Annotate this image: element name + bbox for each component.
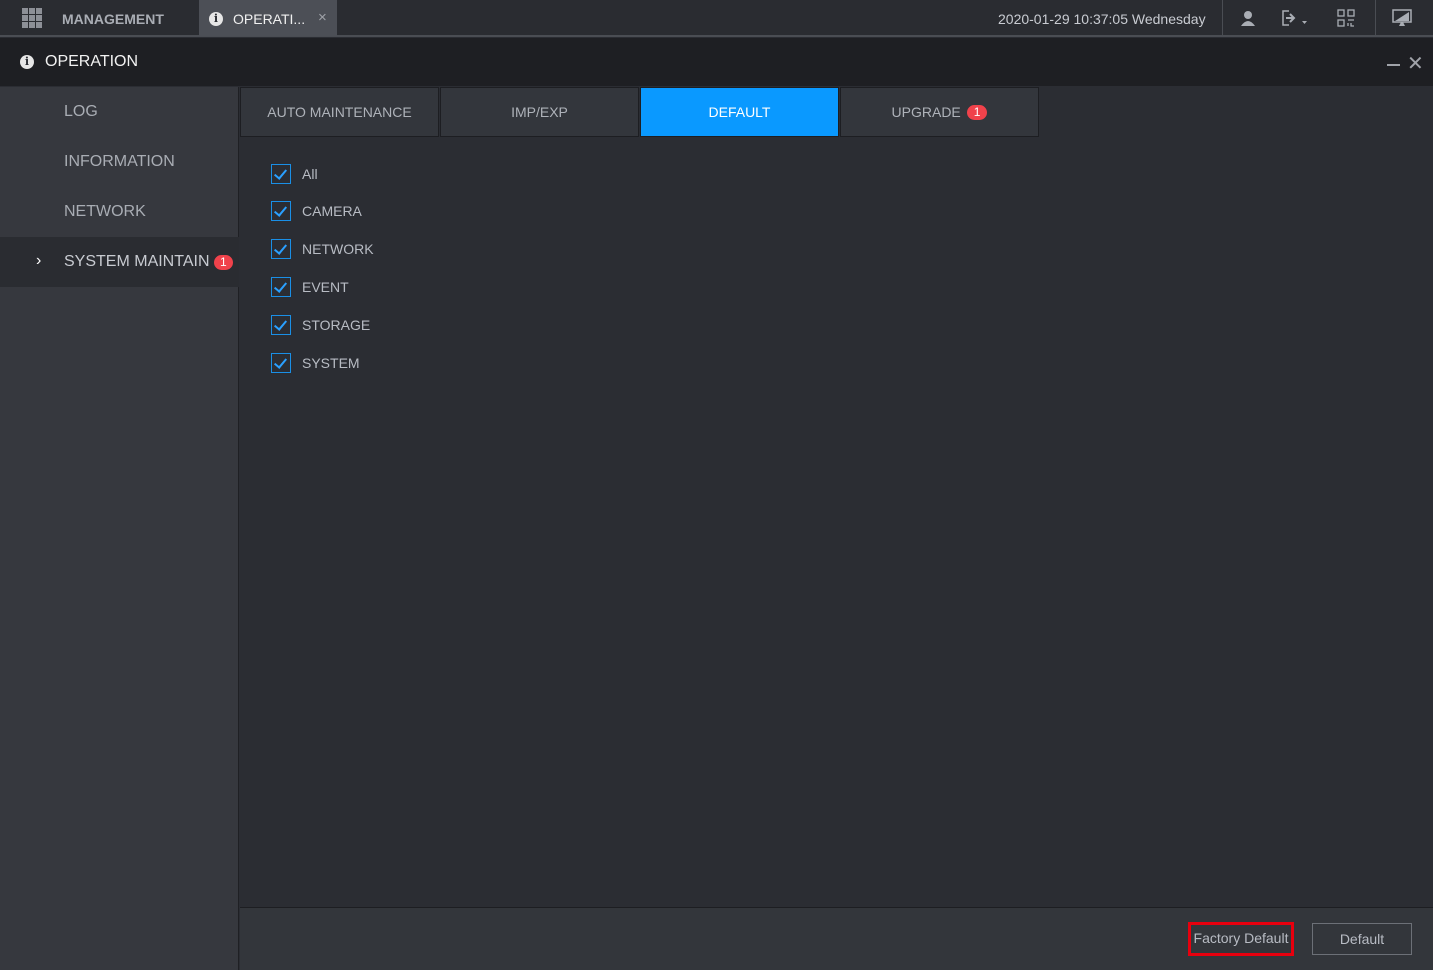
sidebar-item-label: INFORMATION	[64, 153, 175, 170]
top-bar: MANAGEMENT i OPERATI... × 2020-01-29 10:…	[0, 0, 1433, 37]
window-title-bar: i OPERATION ✕	[0, 38, 1433, 86]
checkbox-label: STORAGE	[302, 317, 371, 333]
user-icon[interactable]	[1239, 9, 1257, 27]
checkbox-label: CAMERA	[302, 203, 362, 219]
footer-bar: Factory Default Default	[240, 907, 1433, 970]
default-button[interactable]: Default	[1312, 923, 1412, 955]
sidebar: LOG INFORMATION NETWORK › SYSTEM MAINTAI…	[0, 87, 239, 970]
info-icon: i	[20, 55, 34, 69]
notification-badge: 1	[214, 255, 233, 270]
display-icon[interactable]	[1392, 9, 1412, 27]
notification-badge: 1	[966, 105, 988, 120]
tab-default[interactable]: DEFAULT	[640, 87, 839, 137]
window-title: OPERATION	[45, 53, 139, 70]
checkbox-checked-icon	[271, 201, 291, 221]
factory-default-button[interactable]: Factory Default	[1188, 922, 1294, 956]
checkbox-checked-icon	[271, 315, 291, 335]
tab-label: DEFAULT	[708, 104, 771, 120]
minimize-icon[interactable]	[1387, 64, 1400, 66]
datetime: 2020-01-29 10:37:05 Wednesday	[998, 11, 1206, 27]
checkbox-label: EVENT	[302, 279, 349, 295]
divider	[1222, 0, 1223, 36]
sidebar-item-network[interactable]: NETWORK	[0, 187, 239, 237]
chevron-right-icon: ›	[36, 252, 42, 269]
tab-operation[interactable]: i OPERATI... ×	[199, 0, 337, 36]
tab-label: UPGRADE	[891, 104, 961, 120]
tab-label: IMP/EXP	[511, 104, 568, 120]
checkbox-camera[interactable]: CAMERA	[271, 201, 471, 221]
checkbox-label: SYSTEM	[302, 355, 360, 371]
checkbox-checked-icon	[271, 353, 291, 373]
checkbox-event[interactable]: EVENT	[271, 277, 471, 297]
divider	[1375, 0, 1376, 36]
tab-imp-exp[interactable]: IMP/EXP	[440, 87, 639, 137]
management-tab[interactable]: MANAGEMENT	[0, 0, 198, 36]
tab-label: AUTO MAINTENANCE	[267, 104, 412, 120]
checkbox-all[interactable]: All	[271, 164, 471, 184]
sidebar-item-label: SYSTEM MAINTAIN	[64, 253, 210, 270]
sidebar-item-system-maintain[interactable]: › SYSTEM MAINTAIN 1	[0, 237, 239, 287]
checkbox-label: All	[302, 166, 318, 182]
management-label: MANAGEMENT	[62, 11, 164, 27]
checkbox-checked-icon	[271, 277, 291, 297]
checkbox-network[interactable]: NETWORK	[271, 239, 471, 259]
checkbox-checked-icon	[271, 239, 291, 259]
sidebar-item-label: LOG	[64, 103, 98, 120]
close-tab-icon[interactable]: ×	[318, 9, 327, 26]
checkbox-storage[interactable]: STORAGE	[271, 315, 471, 335]
qr-code-icon[interactable]	[1337, 9, 1355, 27]
sidebar-item-log[interactable]: LOG	[0, 87, 239, 137]
sidebar-item-information[interactable]: INFORMATION	[0, 137, 239, 187]
checkbox-label: NETWORK	[302, 241, 374, 257]
tab-auto-maintenance[interactable]: AUTO MAINTENANCE	[240, 87, 439, 137]
close-icon[interactable]: ✕	[1407, 51, 1424, 76]
tab-operation-label: OPERATI...	[233, 11, 306, 27]
grid-icon	[22, 8, 42, 28]
checkbox-checked-icon	[271, 164, 291, 184]
info-icon: i	[209, 12, 223, 26]
logout-icon[interactable]	[1281, 9, 1307, 27]
sidebar-item-label: NETWORK	[64, 203, 146, 220]
checkbox-system[interactable]: SYSTEM	[271, 353, 471, 373]
tab-upgrade[interactable]: UPGRADE 1	[840, 87, 1039, 137]
